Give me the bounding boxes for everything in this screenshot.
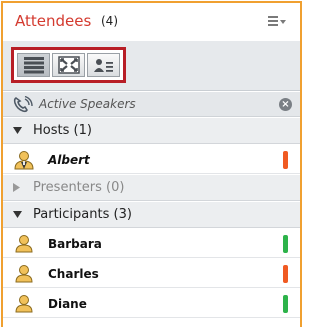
host-user-icon: [14, 151, 34, 170]
attendee-count: (4): [101, 14, 118, 28]
status-indicator: [283, 295, 288, 313]
attendee-row-diane[interactable]: Diane: [3, 289, 300, 318]
view-switcher: [11, 47, 126, 83]
attendee-name: Albert: [48, 153, 90, 167]
section-participants[interactable]: Participants (3): [3, 202, 300, 228]
list-view-button[interactable]: [17, 53, 50, 77]
menu-lines-icon: [268, 16, 278, 26]
pod-title: Attendees: [15, 12, 92, 30]
expanded-triangle-icon: [13, 127, 22, 134]
user-icon: [15, 265, 33, 283]
collapsed-triangle-icon: [13, 183, 20, 192]
grid-view-button[interactable]: [52, 53, 85, 77]
section-participants-label: Participants (3): [33, 207, 132, 222]
attendee-row-charles[interactable]: Charles: [3, 259, 300, 288]
phone-speaker-icon: [13, 96, 33, 113]
attendees-pod: Attendees (4) Active Speakers × Hosts (1…: [1, 1, 302, 327]
user-icon: [15, 235, 33, 253]
status-indicator: [283, 235, 288, 253]
section-presenters[interactable]: Presenters (0): [3, 175, 300, 201]
section-hosts-label: Hosts (1): [33, 123, 92, 138]
close-circle-icon[interactable]: ×: [279, 98, 292, 111]
attendee-name: Diane: [48, 297, 87, 311]
pod-header: Attendees (4): [3, 3, 300, 41]
attendee-detail-view-button[interactable]: [87, 53, 120, 77]
attendee-row-barbara[interactable]: Barbara: [3, 229, 300, 258]
grid-view-icon: [57, 56, 80, 74]
section-hosts[interactable]: Hosts (1): [3, 118, 300, 144]
pod-menu-button[interactable]: [268, 14, 290, 28]
active-speakers-label: Active Speakers: [39, 97, 136, 111]
status-indicator: [283, 265, 288, 283]
expanded-triangle-icon: [13, 211, 22, 218]
status-indicator: [283, 151, 288, 169]
attendee-name: Charles: [48, 267, 99, 281]
active-speakers-bar[interactable]: Active Speakers ×: [3, 92, 300, 117]
section-presenters-label: Presenters (0): [33, 180, 125, 195]
attendee-detail-icon: [93, 59, 113, 72]
chevron-down-icon: [280, 20, 286, 24]
user-icon: [15, 295, 33, 313]
attendee-row-albert[interactable]: Albert: [3, 145, 300, 174]
attendee-name: Barbara: [48, 237, 102, 251]
view-toolbar: [3, 41, 300, 91]
list-view-icon: [23, 57, 44, 74]
